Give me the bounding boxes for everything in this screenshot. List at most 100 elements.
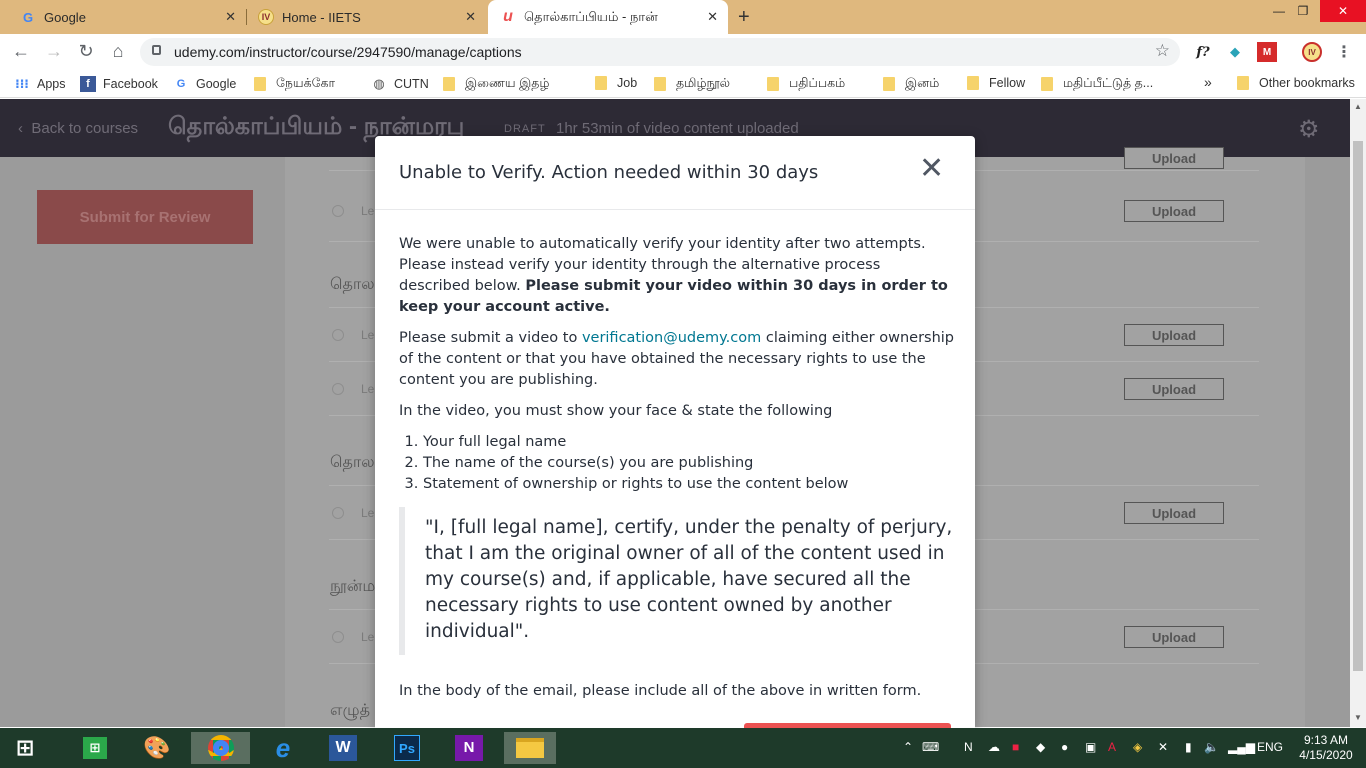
- onenote-app-icon[interactable]: N: [448, 732, 490, 764]
- url-text[interactable]: udemy.com/instructor/course/2947590/mana…: [174, 44, 522, 60]
- bookmark-facebook[interactable]: f Facebook: [80, 76, 158, 92]
- tray-overflow-icon[interactable]: ⌃: [903, 740, 913, 754]
- list-item: Statement of ownership or rights to use …: [423, 474, 955, 495]
- upload-button[interactable]: Upload: [1124, 502, 1224, 524]
- page-scrollbar[interactable]: ▲ ▼: [1350, 99, 1366, 727]
- bookmark-google[interactable]: G Google: [173, 76, 237, 92]
- tray-app-icon[interactable]: ◈: [1133, 740, 1142, 754]
- scroll-up-icon[interactable]: ▲: [1354, 102, 1362, 111]
- upload-button[interactable]: Upload: [1124, 324, 1224, 346]
- tab-close-icon[interactable]: ✕: [465, 9, 476, 25]
- bookmark-folder[interactable]: மதிப்பீட்டுத் த...: [1041, 76, 1153, 92]
- cloud-icon[interactable]: ☁: [988, 740, 1000, 754]
- home-icon[interactable]: ⌂: [107, 41, 129, 62]
- tab-google[interactable]: G Google ✕: [0, 0, 246, 34]
- status-badge: DRAFT: [504, 123, 546, 135]
- upload-button[interactable]: Upload: [1124, 378, 1224, 400]
- gear-icon[interactable]: ⚙: [1298, 115, 1320, 144]
- scroll-thumb[interactable]: [1353, 141, 1363, 671]
- bookmark-label: இணைய இதழ்: [465, 76, 550, 90]
- bookmark-label: CUTN: [394, 77, 429, 91]
- row-radio[interactable]: [332, 631, 344, 643]
- m-extension-icon[interactable]: M: [1257, 42, 1277, 62]
- windows-start-icon[interactable]: ⊞: [4, 732, 46, 764]
- upload-button[interactable]: Upload: [1124, 200, 1224, 222]
- tab-iiets[interactable]: IV Home - IIETS ✕: [246, 0, 486, 34]
- right-gutter: [1305, 157, 1350, 727]
- address-bar[interactable]: udemy.com/instructor/course/2947590/mana…: [140, 38, 1180, 66]
- verification-email-link[interactable]: verification@udemy.com: [582, 330, 761, 346]
- system-clock[interactable]: 9:13 AM 4/15/2020: [1294, 733, 1358, 763]
- formula-extension-icon[interactable]: f?: [1193, 42, 1213, 62]
- profile-avatar[interactable]: IV: [1302, 42, 1322, 62]
- verification-modal: Unable to Verify. Action needed within 3…: [375, 136, 975, 728]
- bookmark-label: மதிப்பீட்டுத் த...: [1063, 76, 1154, 90]
- scroll-down-icon[interactable]: ▼: [1354, 713, 1362, 722]
- menu-kebab-icon[interactable]: ⋮: [1334, 42, 1354, 62]
- folder-icon: [443, 77, 455, 91]
- volume-icon[interactable]: 🔈: [1204, 740, 1219, 754]
- bookmark-folder[interactable]: தமிழ்நூல்: [654, 76, 730, 92]
- bookmark-cutn[interactable]: ◍ CUTN: [371, 76, 429, 92]
- back-to-courses-link[interactable]: ‹ Back to courses: [18, 120, 138, 137]
- maximize-icon[interactable]: ❐: [1281, 0, 1325, 22]
- upload-button[interactable]: Upload: [1124, 626, 1224, 648]
- paint-app-icon[interactable]: 🎨: [136, 732, 178, 764]
- section-title: தொல: [330, 454, 375, 471]
- udemy-favicon-icon: u: [503, 8, 513, 25]
- touch-keyboard-icon[interactable]: ⌨: [922, 740, 939, 754]
- bookmark-folder[interactable]: இனம்: [883, 76, 939, 92]
- lock-icon: [152, 45, 161, 55]
- bookmark-folder[interactable]: Fellow: [967, 76, 1025, 90]
- forward-arrow-icon[interactable]: →: [43, 41, 65, 62]
- bookmark-label: Fellow: [989, 76, 1026, 90]
- bookmark-folder[interactable]: பதிப்பகம்: [767, 76, 845, 92]
- drive-extension-icon[interactable]: ◆: [1225, 42, 1245, 62]
- section-title: நூன்ம: [330, 578, 376, 595]
- close-window-icon[interactable]: ✕: [1320, 0, 1366, 22]
- close-icon[interactable]: ✕: [919, 154, 944, 184]
- chrome-app-icon[interactable]: [191, 732, 250, 764]
- bookmark-folder[interactable]: இணைய இதழ்: [443, 76, 549, 92]
- ownership-statement-quote: "I, [full legal name], certify, under th…: [399, 507, 955, 655]
- google-icon: G: [176, 78, 186, 90]
- bookmark-folder[interactable]: Job: [595, 76, 637, 90]
- windows-taskbar: ⊞ ⊞ 🎨 e W Ps N ⌃ ⌨ N ☁ ■ ◆ ● ▣ A ◈ ✕ ▮ 🔈…: [0, 728, 1366, 768]
- bookmark-star-icon[interactable]: ☆: [1155, 41, 1170, 61]
- tray-app-icon[interactable]: ▣: [1085, 740, 1096, 754]
- upload-button[interactable]: Upload: [1124, 147, 1224, 169]
- lecture-label: Le: [361, 328, 375, 342]
- tab-close-icon[interactable]: ✕: [225, 9, 236, 25]
- bookmark-apps[interactable]: ⁝⁝⁝ Apps: [14, 76, 65, 92]
- row-radio[interactable]: [332, 329, 344, 341]
- other-bookmarks[interactable]: Other bookmarks: [1237, 76, 1355, 90]
- browser-toolbar: ← → ↻ ⌂ udemy.com/instructor/course/2947…: [0, 34, 1366, 70]
- new-tab-icon[interactable]: +: [738, 6, 750, 29]
- network-signal-icon[interactable]: ▂▄▆: [1228, 740, 1255, 754]
- edge-app-icon[interactable]: e: [262, 732, 304, 764]
- tab-close-icon[interactable]: ✕: [707, 9, 718, 25]
- language-indicator[interactable]: ENG: [1257, 740, 1283, 754]
- photoshop-app-icon[interactable]: Ps: [386, 732, 428, 764]
- back-arrow-icon[interactable]: ←: [10, 41, 32, 62]
- file-explorer-app-icon[interactable]: [504, 732, 556, 764]
- word-app-icon[interactable]: W: [322, 732, 364, 764]
- bookmarks-overflow-icon[interactable]: »: [1204, 74, 1212, 90]
- tray-app-icon[interactable]: ◆: [1036, 740, 1045, 754]
- bookmark-folder[interactable]: நேயக்கோ: [254, 76, 335, 92]
- bookmark-label: Facebook: [103, 77, 158, 91]
- reload-icon[interactable]: ↻: [75, 41, 97, 62]
- row-radio[interactable]: [332, 507, 344, 519]
- battery-icon[interactable]: ▮: [1185, 740, 1192, 754]
- row-radio[interactable]: [332, 383, 344, 395]
- submit-for-review-button[interactable]: Submit for Review: [37, 190, 253, 244]
- store-app-icon[interactable]: ⊞: [74, 732, 116, 764]
- chevron-left-icon: ‹: [18, 120, 32, 137]
- tray-app-icon[interactable]: ●: [1061, 740, 1068, 754]
- tray-app-icon[interactable]: A: [1108, 740, 1116, 754]
- tab-udemy[interactable]: u தொல்காப்பியம் - நான் ✕: [488, 0, 728, 34]
- tray-app-icon[interactable]: ✕: [1158, 740, 1168, 754]
- tray-app-icon[interactable]: N: [964, 740, 973, 754]
- row-radio[interactable]: [332, 205, 344, 217]
- tray-app-icon[interactable]: ■: [1012, 740, 1019, 754]
